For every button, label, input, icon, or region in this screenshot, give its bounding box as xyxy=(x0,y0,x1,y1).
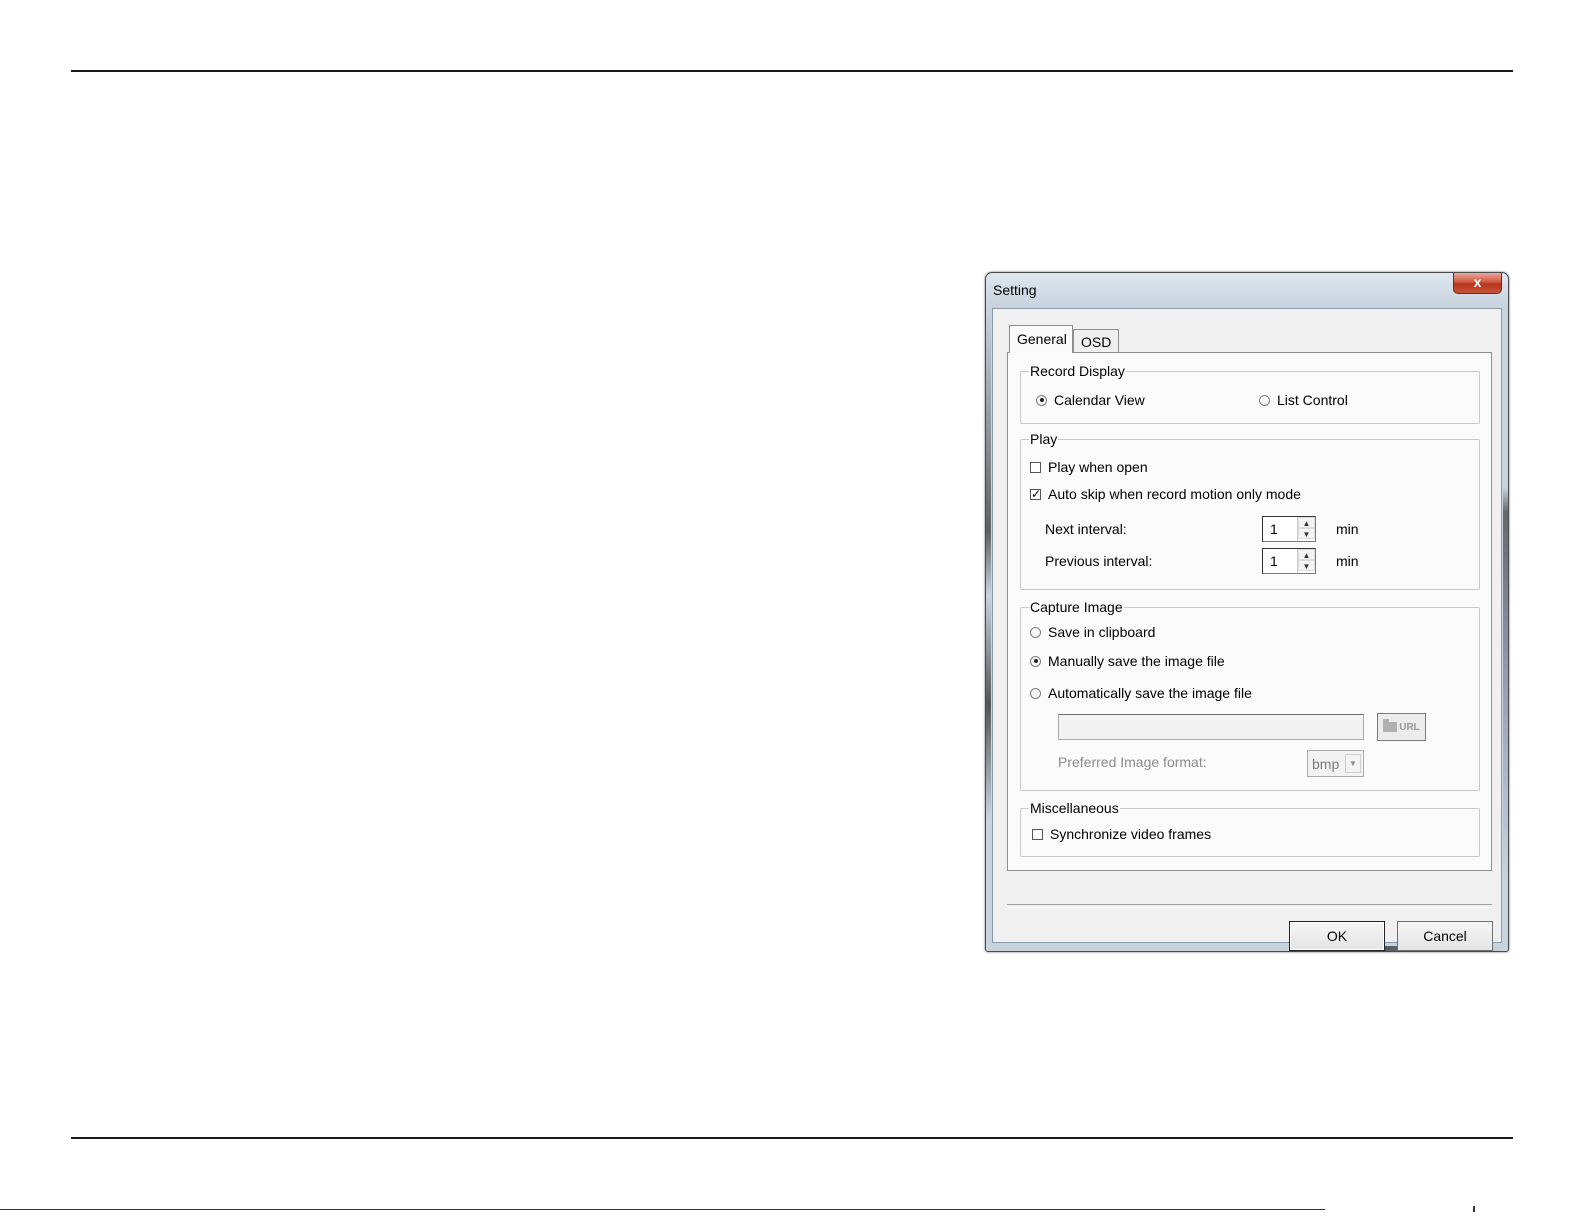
play-when-open-label: Play when open xyxy=(1048,459,1148,475)
save-in-clipboard-label: Save in clipboard xyxy=(1048,624,1156,640)
image-format-label: Preferred Image format: xyxy=(1058,754,1207,770)
next-interval-value: 1 xyxy=(1270,521,1278,537)
next-interval-label: Next interval: xyxy=(1045,521,1127,537)
checkbox-box xyxy=(1030,461,1041,473)
page-rule-bottom xyxy=(71,1137,1513,1139)
image-format-select[interactable]: bmp ▼ xyxy=(1307,750,1364,777)
play-label: Play xyxy=(1029,430,1059,448)
spin-up-icon[interactable]: ▲ xyxy=(1298,549,1315,560)
calendar-view-label: Calendar View xyxy=(1054,392,1145,408)
list-control-radio[interactable]: List Control xyxy=(1259,392,1348,408)
radio-indicator xyxy=(1030,626,1041,638)
checkbox-box xyxy=(1032,828,1043,840)
auto-skip-checkbox[interactable]: ✓ Auto skip when record motion only mode xyxy=(1030,486,1301,502)
dialog-client-area: General OSD Record Display Calendar View… xyxy=(992,308,1502,951)
image-format-value: bmp xyxy=(1312,756,1340,772)
manual-save-label: Manually save the image file xyxy=(1048,653,1225,669)
spinner-buttons: ▲ ▼ xyxy=(1297,517,1315,541)
calendar-view-radio[interactable]: Calendar View xyxy=(1036,392,1145,408)
cancel-button[interactable]: Cancel xyxy=(1397,921,1493,951)
record-display-label: Record Display xyxy=(1029,362,1126,380)
save-path-input[interactable] xyxy=(1058,714,1364,740)
ok-button[interactable]: OK xyxy=(1289,921,1385,951)
synchronize-frames-label: Synchronize video frames xyxy=(1050,826,1212,842)
radio-indicator xyxy=(1259,394,1270,406)
synchronize-frames-checkbox[interactable]: Synchronize video frames xyxy=(1032,826,1211,842)
miscellaneous-label: Miscellaneous xyxy=(1029,799,1120,817)
previous-interval-unit: min xyxy=(1336,553,1359,569)
page-rule-top xyxy=(71,70,1513,72)
record-display-group: Record Display Calendar View List Contro… xyxy=(1020,362,1480,424)
spin-down-icon[interactable]: ▼ xyxy=(1298,528,1315,539)
general-tab-panel: Record Display Calendar View List Contro… xyxy=(1007,352,1492,871)
window-edge-left xyxy=(986,308,991,947)
spinner-buttons: ▲ ▼ xyxy=(1297,549,1315,573)
browse-url-button[interactable]: URL xyxy=(1377,713,1426,741)
page-footer-line xyxy=(0,1209,1325,1210)
spin-up-icon[interactable]: ▲ xyxy=(1298,517,1315,528)
radio-indicator xyxy=(1030,687,1041,699)
chevron-down-icon: ▼ xyxy=(1345,754,1361,773)
auto-save-radio[interactable]: Automatically save the image file xyxy=(1030,685,1252,701)
capture-image-group: Capture Image Save in clipboard Manually… xyxy=(1020,598,1480,791)
auto-save-label: Automatically save the image file xyxy=(1048,685,1252,701)
browse-url-label: URL xyxy=(1399,721,1420,733)
close-icon: x xyxy=(1473,274,1482,290)
previous-interval-value: 1 xyxy=(1270,553,1278,569)
play-group: Play Play when open ✓ Auto skip when rec… xyxy=(1020,430,1480,590)
previous-interval-spinner[interactable]: 1 ▲ ▼ xyxy=(1262,548,1316,574)
next-interval-spinner[interactable]: 1 ▲ ▼ xyxy=(1262,516,1316,542)
button-separator xyxy=(1007,904,1492,908)
miscellaneous-group: Miscellaneous Synchronize video frames xyxy=(1020,799,1480,857)
play-when-open-checkbox[interactable]: Play when open xyxy=(1030,459,1148,475)
tab-osd[interactable]: OSD xyxy=(1073,329,1119,353)
capture-image-label: Capture Image xyxy=(1029,598,1124,616)
manual-save-radio[interactable]: Manually save the image file xyxy=(1030,653,1225,669)
next-interval-unit: min xyxy=(1336,521,1359,537)
radio-indicator xyxy=(1030,655,1041,667)
tab-general[interactable]: General xyxy=(1009,325,1073,353)
close-button[interactable]: x xyxy=(1453,273,1502,294)
spin-down-icon[interactable]: ▼ xyxy=(1298,560,1315,571)
check-mark-icon: ✓ xyxy=(1030,486,1042,501)
setting-dialog: Setting x General OSD Record Display Cal… xyxy=(985,272,1509,952)
dialog-title: Setting xyxy=(993,282,1037,298)
folder-icon xyxy=(1383,719,1398,732)
previous-interval-label: Previous interval: xyxy=(1045,553,1153,569)
page-footer-tick xyxy=(1473,1206,1475,1212)
window-edge-right xyxy=(1503,308,1508,947)
radio-indicator xyxy=(1036,394,1047,406)
auto-skip-label: Auto skip when record motion only mode xyxy=(1048,486,1301,502)
save-in-clipboard-radio[interactable]: Save in clipboard xyxy=(1030,624,1155,640)
list-control-label: List Control xyxy=(1277,392,1348,408)
